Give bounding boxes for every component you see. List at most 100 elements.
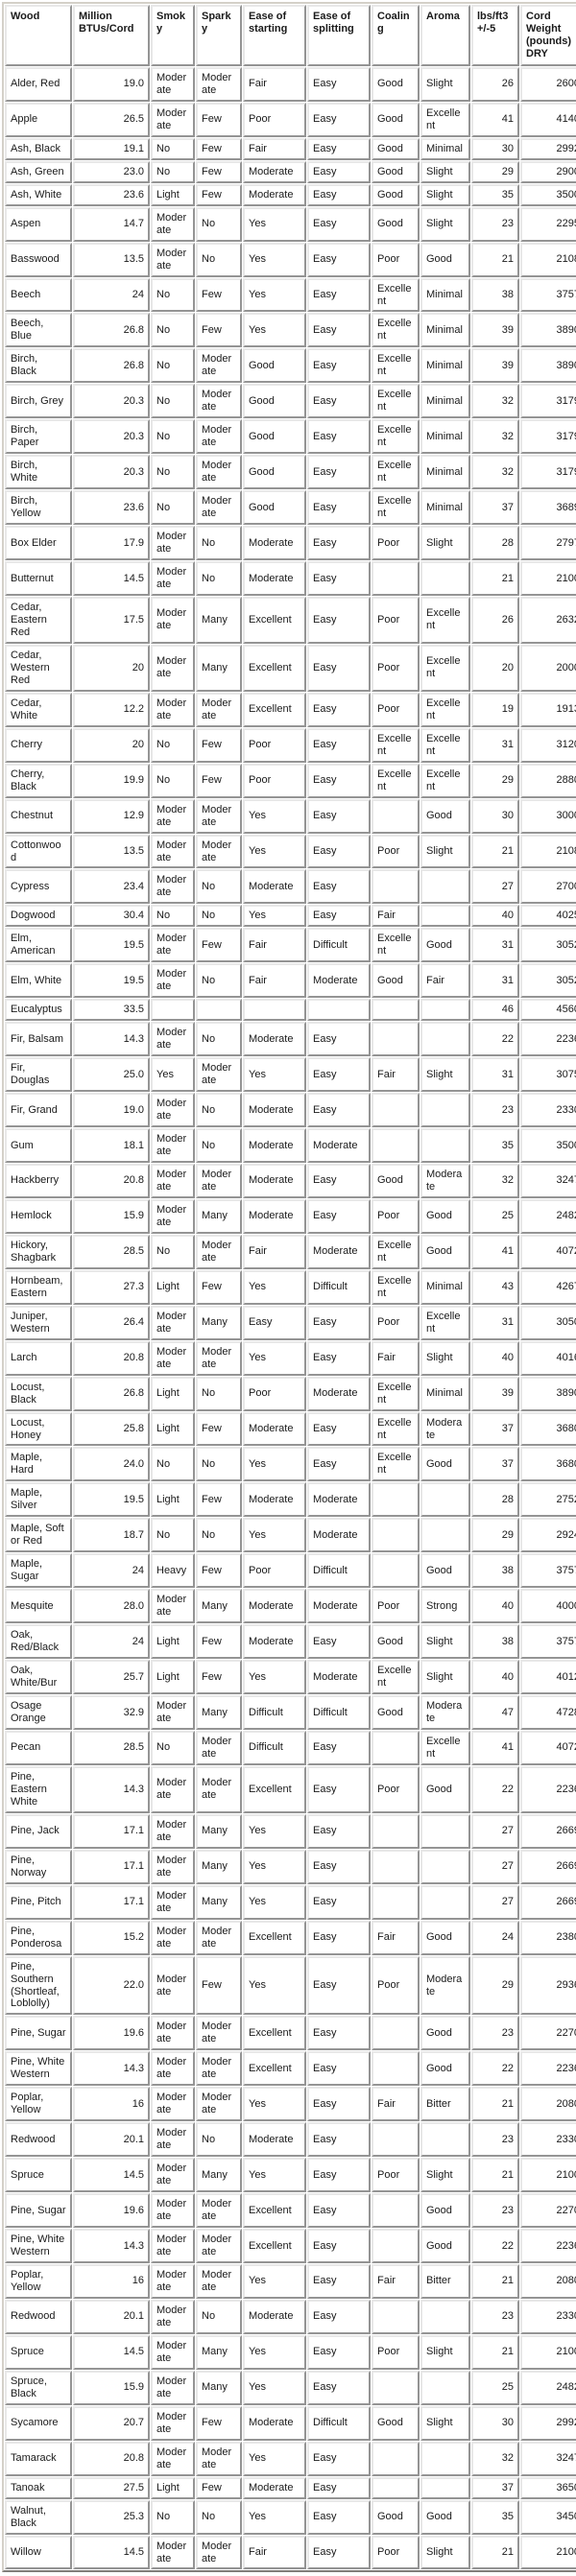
cell-smoky: Moderate — [151, 834, 195, 869]
cell-smoky: Moderate — [151, 869, 195, 905]
table-row: Maple, Hard 24.0 No No Yes Easy Excellent Good 3… — [5, 1447, 576, 1482]
cell-coaling — [372, 2441, 420, 2476]
cell-split: Easy — [307, 1057, 371, 1093]
cell-coaling — [372, 2299, 420, 2334]
cell-aroma: Slight — [420, 2158, 470, 2193]
table-row: Cedar, Western Red 20 Moderate Many Excellen… — [5, 644, 576, 692]
column-header-aroma[interactable]: Aroma — [420, 5, 470, 66]
cell-wood: Locust, Black — [5, 1376, 72, 1411]
cell-lbs: 21 — [471, 2535, 519, 2570]
cell-coaling — [372, 1482, 420, 1518]
cell-split: Moderate — [307, 1234, 371, 1269]
cell-wood: Apple — [5, 102, 72, 137]
cell-lbs: 21 — [471, 242, 519, 277]
cell-start: Fair — [243, 2535, 306, 2570]
column-header-smoky[interactable]: Smoky — [151, 5, 195, 66]
cell-btu: 27.5 — [73, 2476, 150, 2499]
cell-aroma: Minimal — [420, 137, 470, 160]
cell-aroma — [420, 2299, 470, 2334]
cell-wood: Tamarack — [5, 2441, 72, 2476]
cell-lbs: 29 — [471, 160, 519, 183]
cell-cord: 2600 — [520, 66, 576, 102]
cell-btu: 25.0 — [73, 1057, 150, 1093]
cell-sparky: Few — [196, 277, 242, 313]
cell-sparky: Few — [196, 137, 242, 160]
table-body: Alder, Red 19.0 Moderate Moderate Fair Easy Go… — [5, 66, 576, 2570]
table-row: Tamarack 20.8 Moderate Moderate Yes Easy 32 324… — [5, 2441, 576, 2476]
cell-sparky: Few — [196, 183, 242, 206]
cell-cord: 3179 — [520, 419, 576, 455]
column-header-coaling[interactable]: Coaling — [372, 5, 420, 66]
cell-split: Easy — [307, 2535, 371, 2570]
cell-smoky: No — [151, 419, 195, 455]
cell-start: Poor — [243, 763, 306, 798]
cell-cord: 3757 — [520, 1624, 576, 1660]
cell-wood: Pine, Norway — [5, 1849, 72, 1884]
table-row: Locust, Black 26.8 Light No Poor Moderate Exce… — [5, 1376, 576, 1411]
cell-btu: 20.3 — [73, 419, 150, 455]
cell-smoky: No — [151, 348, 195, 384]
cell-coaling — [372, 2476, 420, 2499]
cell-btu: 20.3 — [73, 384, 150, 419]
cell-start: Easy — [243, 1305, 306, 1340]
cell-wood: Box Elder — [5, 526, 72, 561]
cell-sparky: Few — [196, 1411, 242, 1447]
cell-start: Yes — [243, 1057, 306, 1093]
cell-btu: 13.5 — [73, 834, 150, 869]
cell-cord: 2482 — [520, 1198, 576, 1234]
cell-smoky: Moderate — [151, 1340, 195, 1376]
cell-split: Easy — [307, 692, 371, 727]
cell-start: Poor — [243, 727, 306, 763]
cell-aroma: Good — [420, 1234, 470, 1269]
cell-btu: 19.6 — [73, 2193, 150, 2229]
cell-smoky: Moderate — [151, 2299, 195, 2334]
table-row: Larch 20.8 Moderate Moderate Yes Easy Fair Slig… — [5, 1340, 576, 1376]
cell-lbs: 25 — [471, 2370, 519, 2405]
cell-btu: 27.3 — [73, 1269, 150, 1305]
column-header-sparky[interactable]: Sparky — [196, 5, 242, 66]
column-header-split[interactable]: Ease of splitting — [307, 5, 371, 66]
cell-wood: Poplar, Yellow — [5, 2087, 72, 2122]
cell-smoky: No — [151, 455, 195, 490]
cell-cord: 2992 — [520, 2405, 576, 2441]
column-header-wood[interactable]: Wood — [5, 5, 72, 66]
cell-aroma: Excellent — [420, 763, 470, 798]
cell-cord: 4012 — [520, 1660, 576, 1695]
cell-lbs: 29 — [471, 1955, 519, 2016]
cell-wood: Cedar, White — [5, 692, 72, 727]
cell-start: Poor — [243, 1376, 306, 1411]
cell-lbs: 26 — [471, 66, 519, 102]
cell-sparky: Many — [196, 1813, 242, 1849]
cell-aroma: Excellent — [420, 102, 470, 137]
cell-wood: Tanoak — [5, 2476, 72, 2499]
cell-wood: Eucalyptus — [5, 999, 72, 1022]
cell-start — [243, 999, 306, 1022]
cell-split: Difficult — [307, 1553, 371, 1589]
cell-cord: 4025 — [520, 905, 576, 928]
cell-btu: 17.9 — [73, 526, 150, 561]
cell-sparky: Moderate — [196, 348, 242, 384]
cell-lbs: 28 — [471, 1482, 519, 1518]
cell-smoky: Moderate — [151, 2229, 195, 2263]
cell-sparky: No — [196, 1128, 242, 1163]
cell-sparky: Few — [196, 1624, 242, 1660]
column-header-start[interactable]: Ease of starting — [243, 5, 306, 66]
column-header-btu[interactable]: Million BTUs/Cord — [73, 5, 150, 66]
cell-smoky: Moderate — [151, 1198, 195, 1234]
cell-cord: 3689 — [520, 490, 576, 526]
cell-smoky: Moderate — [151, 561, 195, 596]
cell-sparky: Moderate — [196, 1765, 242, 1813]
cell-split: Easy — [307, 1624, 371, 1660]
column-header-cord[interactable]: Cord Weight (pounds) DRY — [520, 5, 576, 66]
cell-wood: Oak, Red/Black — [5, 1624, 72, 1660]
cell-lbs: 37 — [471, 1411, 519, 1447]
cell-split: Easy — [307, 160, 371, 183]
table-row: Juniper, Western 26.4 Moderate Many Easy Easy… — [5, 1305, 576, 1340]
cell-wood: Dogwood — [5, 905, 72, 928]
cell-aroma: Good — [420, 1553, 470, 1589]
cell-sparky: Moderate — [196, 2193, 242, 2229]
cell-lbs: 37 — [471, 490, 519, 526]
cell-sparky: No — [196, 1447, 242, 1482]
column-header-lbs[interactable]: lbs/ft3+/-5 — [471, 5, 519, 66]
cell-sparky: No — [196, 1518, 242, 1553]
